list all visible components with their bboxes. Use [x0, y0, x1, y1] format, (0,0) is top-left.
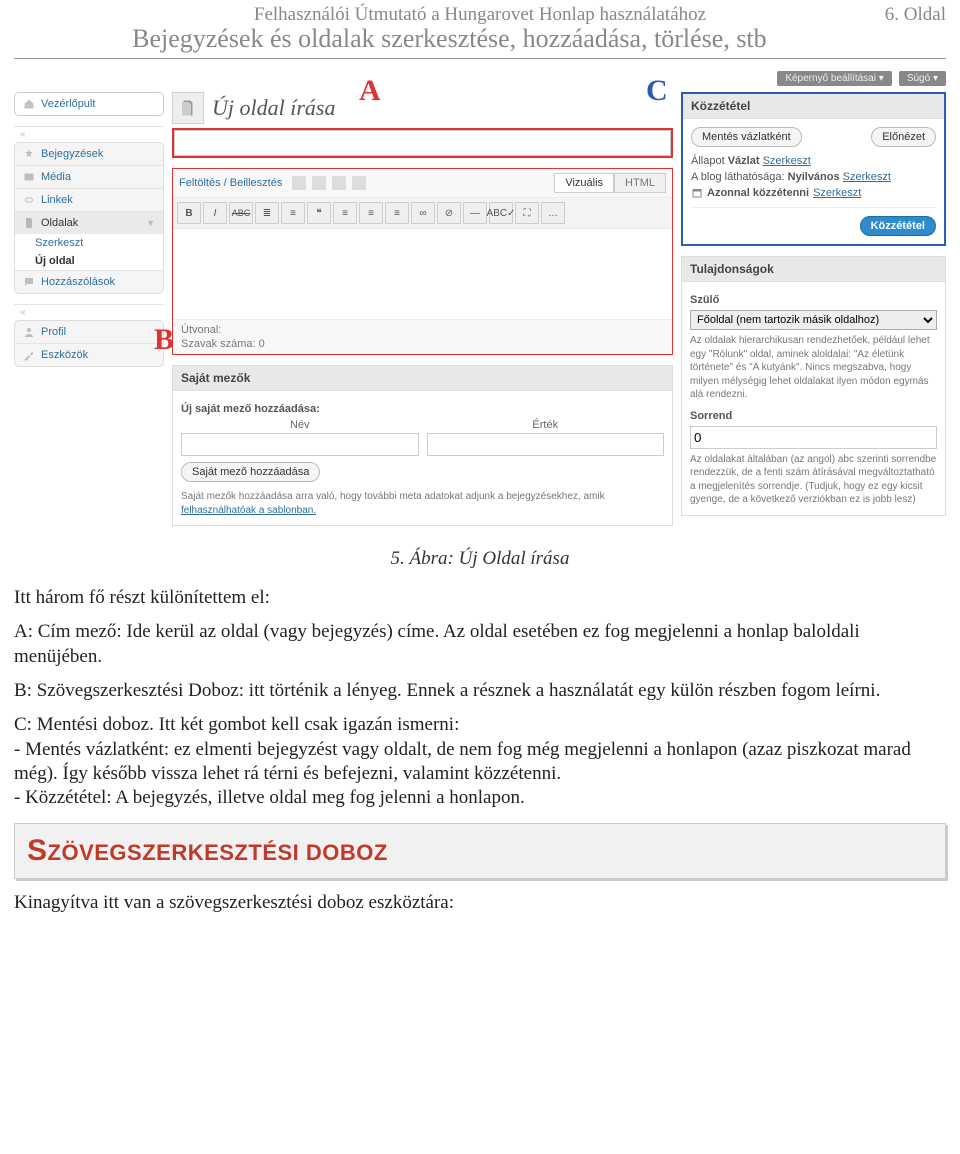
cf-value-input[interactable] [427, 433, 665, 456]
sidebar-profile[interactable]: Profil [15, 321, 163, 343]
add-image-icon[interactable] [292, 176, 306, 190]
ul-button[interactable]: ≣ [255, 202, 279, 224]
sidebar-media[interactable]: Média [15, 165, 163, 188]
custom-fields-add-label: Új saját mező hozzáadása: [181, 403, 664, 415]
page-number: 6. Oldal [885, 4, 946, 26]
wordpress-screenshot: Képernyő beállításai ▾ Súgó ▾ A B C Vezé… [14, 71, 946, 536]
editor-heading: Új oldal írása [212, 95, 335, 121]
sidebar-tools[interactable]: Eszközök [15, 343, 163, 366]
page-subtitle: Bejegyzések és oldalak szerkesztése, hoz… [14, 24, 946, 54]
parent-select[interactable]: Főoldal (nem tartozik másik oldalhoz) [690, 310, 937, 330]
add-media-icon[interactable] [352, 176, 366, 190]
order-label: Sorrend [690, 410, 937, 422]
sidebar-collapse[interactable]: « [14, 126, 164, 142]
bold-button[interactable]: B [177, 202, 201, 224]
editor-wordcount: Szavak száma: 0 [181, 338, 664, 350]
sidebar-pages-new[interactable]: Új oldal [15, 252, 163, 270]
annotation-a: A [359, 74, 381, 108]
comment-icon [23, 276, 35, 288]
editor-highlight: Feltöltés / Beillesztés Vizuális HTML [172, 168, 673, 355]
parent-label: Szülő [690, 294, 937, 306]
cf-name-input[interactable] [181, 433, 419, 456]
header-rule [14, 58, 946, 59]
editor-path: Útvonal: [181, 324, 664, 336]
editor-toolbar: B I ABC ≣ ≡ ❝ ≡ ≡ ≡ ∞ ⊘ — ABC✓ [173, 198, 672, 229]
help-button[interactable]: Súgó ▾ [899, 71, 946, 86]
admin-sidebar: Vezérlőpult « Bejegyzések Média Linkek [14, 92, 164, 377]
publish-status-row: Állapot Vázlat Szerkeszt [691, 155, 936, 167]
cf-col-value: Érték [427, 419, 665, 431]
section-heading: SZÖVEGSZERKESZTÉSI DOBOZ [14, 823, 946, 879]
attributes-title: Tulajdonságok [682, 257, 945, 282]
strikethrough-button[interactable]: ABC [229, 202, 253, 224]
body-text: Itt három fő részt különítettem el: A: C… [14, 586, 946, 811]
unlink-button[interactable]: ⊘ [437, 202, 461, 224]
figure-caption: 5. Ábra: Új Oldal írása [14, 548, 946, 570]
blockquote-button[interactable]: ❝ [307, 202, 331, 224]
spellcheck-button[interactable]: ABC✓ [489, 202, 513, 224]
custom-fields-title: Saját mezők [173, 366, 672, 391]
ol-button[interactable]: ≡ [281, 202, 305, 224]
screen-options-button[interactable]: Képernyő beállításai ▾ [777, 71, 891, 86]
fullscreen-button[interactable]: ⛶ [515, 202, 539, 224]
publish-box-highlight: Közzététel Mentés vázlatként Előnézet Ál… [681, 92, 946, 246]
add-audio-icon[interactable] [332, 176, 346, 190]
order-input[interactable] [690, 426, 937, 449]
align-center-button[interactable]: ≡ [359, 202, 383, 224]
user-icon [23, 326, 35, 338]
sidebar-dashboard[interactable]: Vezérlőpult [14, 92, 164, 116]
cf-col-name: Név [181, 419, 419, 431]
publish-schedule-row: Azonnal közzétenni Szerkeszt [691, 187, 936, 199]
calendar-icon [691, 187, 703, 199]
home-icon [23, 98, 35, 110]
edit-schedule-link[interactable]: Szerkeszt [813, 187, 861, 199]
order-note: Az oldalakat általában (az angol) abc sz… [690, 453, 937, 507]
title-field-highlight [172, 128, 673, 158]
edit-visibility-link[interactable]: Szerkeszt [843, 171, 891, 183]
link-icon [23, 194, 35, 206]
italic-button[interactable]: I [203, 202, 227, 224]
publish-button[interactable]: Közzététel [860, 216, 936, 236]
add-video-icon[interactable] [312, 176, 326, 190]
tab-visual[interactable]: Vizuális [554, 173, 614, 193]
new-page-icon [172, 92, 204, 124]
post-title-input[interactable] [174, 130, 671, 156]
sidebar-pages-edit[interactable]: Szerkeszt [15, 234, 163, 252]
sidebar-comments[interactable]: Hozzászólások [15, 270, 163, 293]
editor-textarea[interactable] [173, 229, 672, 319]
upload-insert-label[interactable]: Feltöltés / Beillesztés [179, 177, 282, 189]
tab-html[interactable]: HTML [614, 173, 666, 193]
sidebar-posts[interactable]: Bejegyzések [15, 143, 163, 165]
sidebar-pages[interactable]: Oldalak▼ [15, 211, 163, 234]
media-icon [23, 171, 35, 183]
link-button[interactable]: ∞ [411, 202, 435, 224]
sidebar-collapse-2[interactable]: « [14, 304, 164, 320]
parent-note: Az oldalak hierarchikusan rendezhetőek, … [690, 334, 937, 402]
pin-icon [23, 148, 35, 160]
preview-button[interactable]: Előnézet [871, 127, 936, 147]
publish-title: Közzététel [683, 94, 944, 119]
annotation-c: C [646, 74, 668, 108]
kitchensink-button[interactable]: … [541, 202, 565, 224]
more-tag-button[interactable]: — [463, 202, 487, 224]
sidebar-links[interactable]: Linkek [15, 188, 163, 211]
cf-note-link[interactable]: felhasználhatóak a sablonban. [181, 505, 316, 516]
page-icon [23, 217, 35, 229]
closing-text: Kinagyítva itt van a szövegszerkesztési … [14, 891, 946, 915]
guide-title: Felhasználói Útmutató a Hungarovet Honla… [14, 4, 946, 26]
edit-status-link[interactable]: Szerkeszt [763, 155, 811, 167]
cf-note: Saját mezők hozzáadása arra való, hogy t… [181, 490, 664, 517]
align-left-button[interactable]: ≡ [333, 202, 357, 224]
tools-icon [23, 349, 35, 361]
cf-add-button[interactable]: Saját mező hozzáadása [181, 462, 320, 482]
publish-visibility-row: A blog láthatósága: Nyilvános Szerkeszt [691, 171, 936, 183]
save-draft-button[interactable]: Mentés vázlatként [691, 127, 802, 147]
annotation-b: B [154, 323, 174, 357]
align-right-button[interactable]: ≡ [385, 202, 409, 224]
